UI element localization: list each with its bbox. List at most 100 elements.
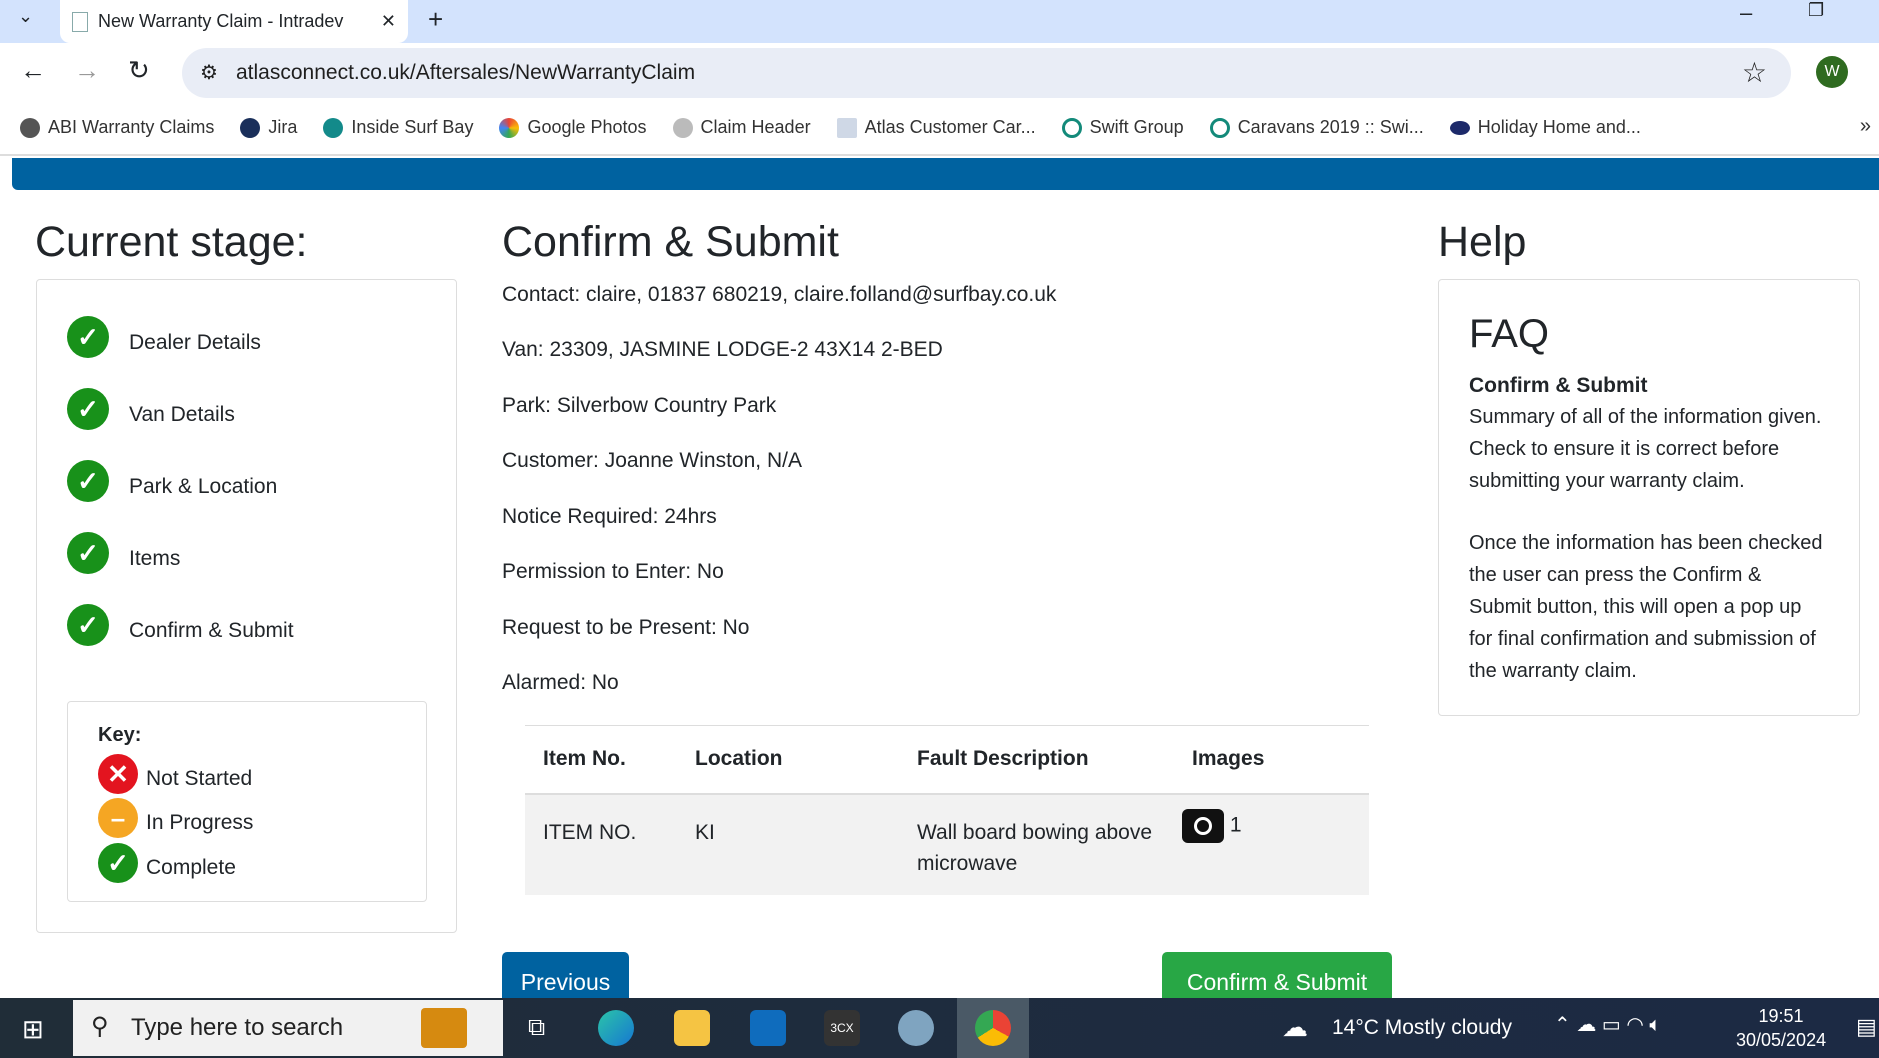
- col-location: Location: [677, 725, 899, 795]
- briefcase-icon: [421, 1008, 467, 1048]
- step-label: Dealer Details: [129, 331, 261, 354]
- bookmark-label: Atlas Customer Car...: [864, 117, 1036, 137]
- cell-images[interactable]: 1: [1174, 793, 1369, 895]
- site-header-banner: [12, 158, 1879, 190]
- faq-paragraph: Summary of all of the information given.…: [1469, 406, 1822, 492]
- bookmark-label: ABI Warranty Claims: [48, 117, 215, 137]
- bookmark-label: Holiday Home and...: [1477, 117, 1641, 137]
- file-explorer-icon[interactable]: [674, 1010, 710, 1046]
- faq-subtitle: Confirm & Submit: [1469, 374, 1648, 397]
- close-tab-icon[interactable]: ✕: [381, 11, 396, 32]
- minus-circle-icon: –: [98, 798, 138, 838]
- bookmark-label: Claim Header: [700, 117, 811, 137]
- bookmark-swift-group[interactable]: Swift Group: [1061, 117, 1184, 138]
- cell-location: KI: [677, 793, 899, 895]
- cell-fault: Wall board bowing above microwave: [899, 793, 1174, 895]
- google-photos-icon: [499, 117, 520, 138]
- reload-icon[interactable]: ↻: [128, 55, 150, 86]
- system-tray-icons[interactable]: ⌃ ☁ ▭ ◠ 🔈︎: [1554, 1012, 1661, 1037]
- bookmark-claim-header[interactable]: Claim Header: [672, 117, 811, 138]
- outlook-icon[interactable]: [750, 1010, 786, 1046]
- profile-avatar[interactable]: W: [1816, 56, 1848, 88]
- faq-heading: FAQ: [1469, 312, 1550, 356]
- key-label: Not Started: [146, 767, 253, 790]
- help-panel: FAQ Confirm & Submit Summary of all of t…: [1438, 279, 1860, 716]
- table-row: ITEM NO. KI Wall board bowing above micr…: [525, 793, 1369, 895]
- col-item-no: Item No.: [525, 725, 677, 795]
- 3cx-icon[interactable]: 3CX: [824, 1010, 860, 1046]
- step-items[interactable]: ✓ Items: [67, 532, 180, 574]
- more-bookmarks-icon[interactable]: »: [1860, 115, 1871, 138]
- sharepoint-icon: [323, 117, 344, 138]
- new-tab-icon[interactable]: +: [428, 4, 443, 35]
- bookmarks-bar: ABI Warranty Claims Jira Inside Surf Bay…: [0, 101, 1879, 156]
- restore-icon[interactable]: ❐: [1808, 0, 1824, 21]
- x-circle-icon: ✕: [98, 754, 138, 794]
- notifications-icon[interactable]: ▤: [1856, 1014, 1877, 1040]
- col-images: Images: [1174, 725, 1369, 795]
- help-heading: Help: [1438, 218, 1527, 266]
- bookmark-caravans[interactable]: Caravans 2019 :: Swi...: [1209, 117, 1424, 138]
- bookmark-abi[interactable]: ABI Warranty Claims: [20, 117, 214, 138]
- edge-icon[interactable]: [598, 1010, 634, 1046]
- bookmark-google-photos[interactable]: Google Photos: [499, 117, 647, 138]
- step-confirm-submit[interactable]: ✓ Confirm & Submit: [67, 604, 294, 646]
- camera-icon[interactable]: [1182, 808, 1224, 843]
- date: 30/05/2024: [1736, 1030, 1827, 1050]
- step-label: Park & Location: [129, 475, 278, 498]
- stage-panel: ✓ Dealer Details ✓ Van Details ✓ Park & Loc…: [36, 279, 457, 933]
- customer-line: Customer: Joanne Winston, N/A: [502, 449, 802, 472]
- taskbar-search[interactable]: ⚲ Type here to search: [73, 1000, 503, 1056]
- browser-tab[interactable]: New Warranty Claim - Intradev ✕: [60, 0, 408, 43]
- key-title: Key:: [98, 724, 142, 746]
- url-text: atlasconnect.co.uk/Aftersales/NewWarrant…: [236, 61, 696, 84]
- notice-line: Notice Required: 24hrs: [502, 505, 717, 528]
- abi-icon: [1449, 120, 1470, 135]
- check-icon: ✓: [98, 843, 138, 883]
- current-stage-heading: Current stage:: [35, 218, 308, 266]
- tab-title: New Warranty Claim - Intradev: [98, 11, 344, 31]
- step-dealer-details[interactable]: ✓ Dealer Details: [67, 316, 261, 358]
- app-icon[interactable]: [898, 1010, 934, 1046]
- check-icon: ✓: [67, 316, 109, 358]
- tab-bar: ⌄ New Warranty Claim - Intradev ✕ + – ❐: [0, 0, 1879, 43]
- task-view-icon[interactable]: ⧉: [528, 1014, 545, 1042]
- step-label: Van Details: [129, 403, 235, 426]
- bookmark-jira[interactable]: Jira: [240, 117, 297, 138]
- address-bar[interactable]: ⚙ atlasconnect.co.uk/Aftersales/NewWarra…: [182, 48, 1791, 98]
- search-icon: ⚲: [91, 1013, 109, 1040]
- bookmark-label: Caravans 2019 :: Swi...: [1237, 117, 1424, 137]
- chrome-taskbar-button[interactable]: [957, 998, 1029, 1058]
- windows-start-icon[interactable]: ⊞: [22, 1014, 44, 1045]
- check-icon: ✓: [67, 460, 109, 502]
- clock[interactable]: 19:51 30/05/2024: [1736, 1004, 1826, 1052]
- col-fault: Fault Description: [899, 725, 1174, 795]
- chrome-icon: [975, 1010, 1011, 1046]
- taskbar: ⊞ ⚲ Type here to search ⧉ 3CX ☁ 14°C Mos…: [0, 998, 1879, 1058]
- bookmark-label: Google Photos: [527, 117, 647, 137]
- page-icon: [836, 117, 857, 138]
- key-label: In Progress: [146, 811, 254, 834]
- globe-icon: [672, 117, 693, 138]
- step-label: Confirm & Submit: [129, 619, 294, 642]
- forward-icon[interactable]: →: [74, 55, 100, 86]
- bookmark-atlas-customer[interactable]: Atlas Customer Car...: [836, 117, 1036, 138]
- permission-line: Permission to Enter: No: [502, 560, 724, 583]
- table-header-row: Item No. Location Fault Description Imag…: [525, 725, 1369, 795]
- key-complete: ✓ Complete: [98, 843, 236, 883]
- weather-text[interactable]: 14°C Mostly cloudy: [1332, 1016, 1512, 1040]
- tab-list-chevron-icon[interactable]: ⌄: [18, 6, 33, 27]
- step-van-details[interactable]: ✓ Van Details: [67, 388, 235, 430]
- swift-icon: [1209, 117, 1230, 138]
- bookmark-inside-surf-bay[interactable]: Inside Surf Bay: [323, 117, 473, 138]
- bookmark-star-icon[interactable]: ☆: [1742, 56, 1767, 89]
- minimize-icon[interactable]: –: [1740, 0, 1752, 26]
- bookmark-holiday-home[interactable]: Holiday Home and...: [1449, 117, 1641, 138]
- check-icon: ✓: [67, 604, 109, 646]
- back-icon[interactable]: ←: [20, 55, 46, 86]
- faq-paragraph: Once the information has been checked th…: [1469, 532, 1823, 682]
- site-settings-icon[interactable]: ⚙: [200, 60, 218, 85]
- key-box: Key: ✕ Not Started – In Progress ✓ Complete: [67, 701, 427, 902]
- step-park-location[interactable]: ✓ Park & Location: [67, 460, 277, 502]
- van-line: Van: 23309, JASMINE LODGE-2 43X14 2-BED: [502, 338, 943, 361]
